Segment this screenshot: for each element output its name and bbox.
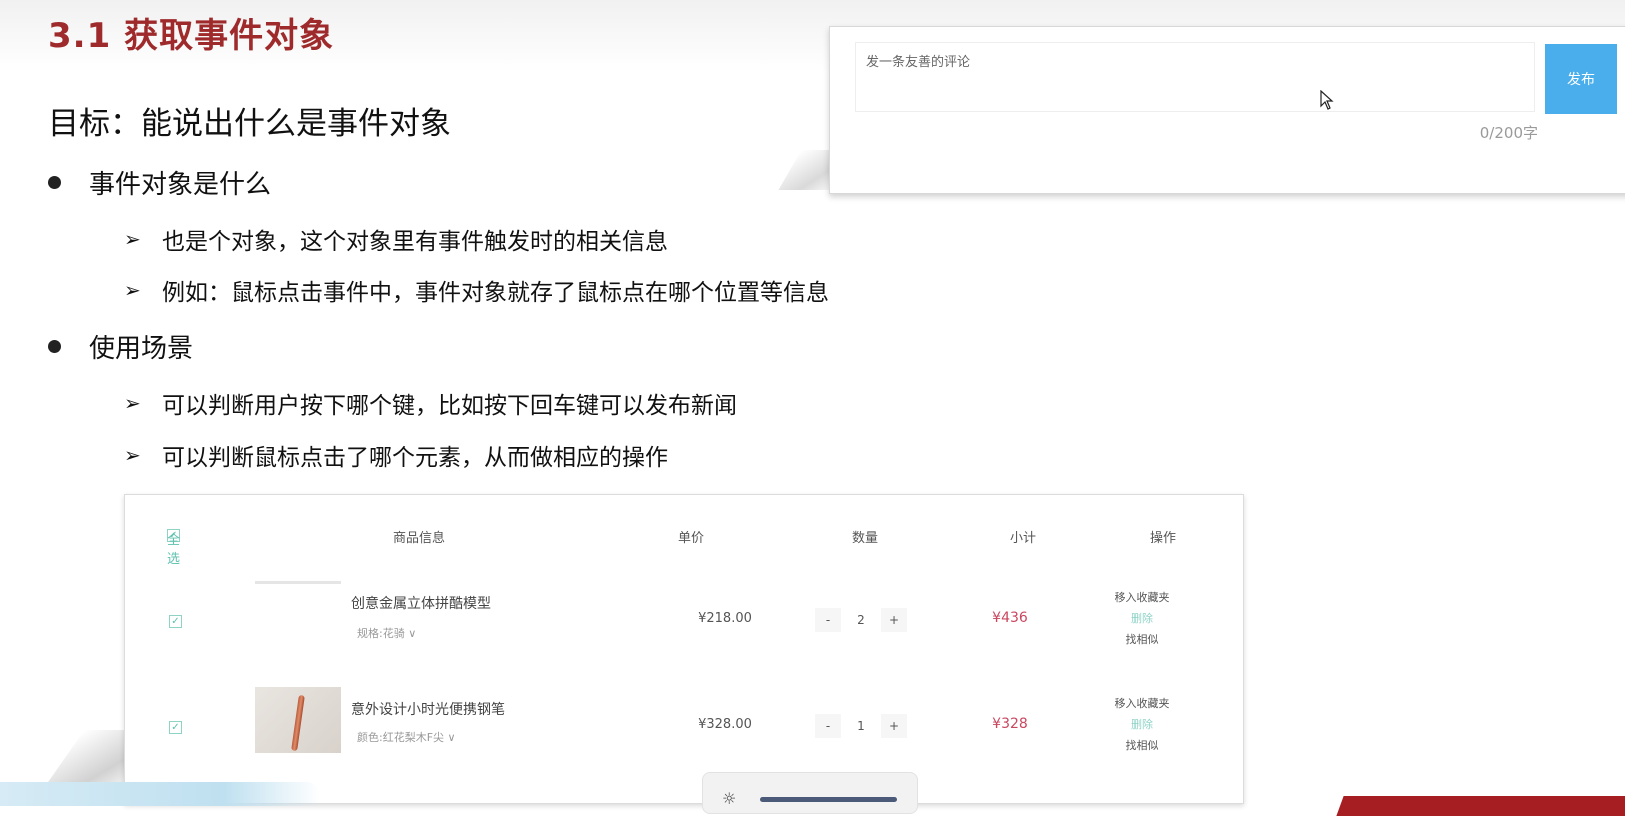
row-ops: 移入收藏夹 删除 找相似 bbox=[1100, 587, 1184, 650]
product-thumbnail bbox=[255, 581, 341, 650]
move-to-favorites-link[interactable]: 移入收藏夹 bbox=[1100, 587, 1184, 608]
arrow-right-icon: ➢ bbox=[124, 227, 141, 251]
quantity-stepper: - 2 + bbox=[815, 607, 907, 633]
cart-row: ✓ 创意金属立体拼酷模型 规格:花骑 ∨ ¥218.00 - 2 + ¥436 … bbox=[125, 575, 1243, 671]
increment-button[interactable]: + bbox=[881, 608, 907, 632]
bullet-text: 事件对象是什么 bbox=[89, 170, 272, 200]
col-price: 单价 bbox=[678, 531, 705, 546]
row-ops: 移入收藏夹 删除 找相似 bbox=[1100, 693, 1184, 756]
publish-button[interactable]: 发布 bbox=[1545, 44, 1617, 114]
quantity-input[interactable]: 1 bbox=[841, 714, 881, 738]
increment-button[interactable]: + bbox=[881, 714, 907, 738]
col-ops: 操作 bbox=[1150, 531, 1177, 546]
select-all-label: 全选 bbox=[167, 533, 181, 567]
arrow-right-icon: ➢ bbox=[124, 443, 141, 467]
bullet-text: 使用场景 bbox=[89, 334, 194, 364]
corner-banner bbox=[1336, 796, 1625, 816]
slide-goal: 目标：能说出什么是事件对象 bbox=[48, 106, 451, 142]
sub-text: 可以判断用户按下哪个键，比如按下回车键可以发布新闻 bbox=[162, 393, 737, 419]
product-name[interactable]: 创意金属立体拼酷模型 bbox=[351, 593, 491, 613]
sub-text: 可以判断鼠标点击了哪个元素，从而做相应的操作 bbox=[162, 445, 668, 471]
col-qty: 数量 bbox=[852, 531, 879, 546]
slide-title: 3.1 获取事件对象 bbox=[48, 16, 335, 56]
product-name[interactable]: 意外设计小时光便携钢笔 bbox=[351, 699, 505, 719]
row-checkbox[interactable]: ✓ bbox=[169, 615, 182, 628]
quantity-input[interactable]: 2 bbox=[841, 608, 881, 632]
pen-image bbox=[291, 694, 305, 752]
product-spec[interactable]: 颜色:红花梨木F尖 ∨ bbox=[357, 729, 456, 745]
sub-item: ➢ 可以判断鼠标点击了哪个元素，从而做相应的操作 bbox=[124, 438, 668, 472]
move-to-favorites-link[interactable]: 移入收藏夹 bbox=[1100, 693, 1184, 714]
delete-link[interactable]: 删除 bbox=[1100, 714, 1184, 735]
product-thumbnail bbox=[255, 687, 341, 753]
decrement-button[interactable]: - bbox=[815, 608, 841, 632]
unit-price: ¥328.00 bbox=[698, 717, 752, 732]
sub-text: 也是个对象，这个对象里有事件触发时的相关信息 bbox=[162, 229, 668, 255]
bullet-item: 使用场景 bbox=[48, 328, 193, 365]
cart-panel: ✓ 全选 商品信息 单价 数量 小计 操作 ✓ 创意金属立体拼酷模型 规格:花骑 … bbox=[124, 494, 1244, 804]
cart-header: ✓ 全选 商品信息 单价 数量 小计 操作 bbox=[125, 525, 1243, 567]
comment-input[interactable]: 发一条友善的评论 bbox=[855, 42, 1535, 112]
sub-item: ➢ 例如：鼠标点击事件中，事件对象就存了鼠标点在哪个位置等信息 bbox=[124, 273, 829, 307]
quantity-stepper: - 1 + bbox=[815, 713, 907, 739]
row-checkbox[interactable]: ✓ bbox=[169, 721, 182, 734]
bullet-dot-icon bbox=[48, 176, 61, 189]
decorative-strip bbox=[0, 782, 320, 806]
row-subtotal: ¥436 bbox=[992, 610, 1028, 626]
sun-icon: ☼ bbox=[722, 789, 737, 808]
char-count: 0/200字 bbox=[1479, 124, 1538, 142]
bullet-dot-icon bbox=[48, 340, 61, 353]
sub-item: ➢ 可以判断用户按下哪个键，比如按下回车键可以发布新闻 bbox=[124, 386, 737, 420]
arrow-right-icon: ➢ bbox=[124, 278, 141, 302]
row-subtotal: ¥328 bbox=[992, 716, 1028, 732]
sub-text: 例如：鼠标点击事件中，事件对象就存了鼠标点在哪个位置等信息 bbox=[162, 280, 829, 306]
cart-row: ✓ 意外设计小时光便携钢笔 颜色:红花梨木F尖 ∨ ¥328.00 - 1 + … bbox=[125, 681, 1243, 777]
decrement-button[interactable]: - bbox=[815, 714, 841, 738]
col-subtotal: 小计 bbox=[1010, 531, 1037, 546]
arrow-right-icon: ➢ bbox=[124, 391, 141, 415]
col-info: 商品信息 bbox=[393, 531, 446, 546]
cursor-icon bbox=[1320, 90, 1334, 110]
find-similar-link[interactable]: 找相似 bbox=[1100, 735, 1184, 756]
find-similar-link[interactable]: 找相似 bbox=[1100, 629, 1184, 650]
sub-item: ➢ 也是个对象，这个对象里有事件触发时的相关信息 bbox=[124, 222, 668, 256]
unit-price: ¥218.00 bbox=[698, 611, 752, 626]
product-spec[interactable]: 规格:花骑 ∨ bbox=[357, 625, 416, 641]
delete-link[interactable]: 删除 bbox=[1100, 608, 1184, 629]
bullet-item: 事件对象是什么 bbox=[48, 164, 271, 201]
brightness-slider[interactable] bbox=[760, 797, 897, 802]
